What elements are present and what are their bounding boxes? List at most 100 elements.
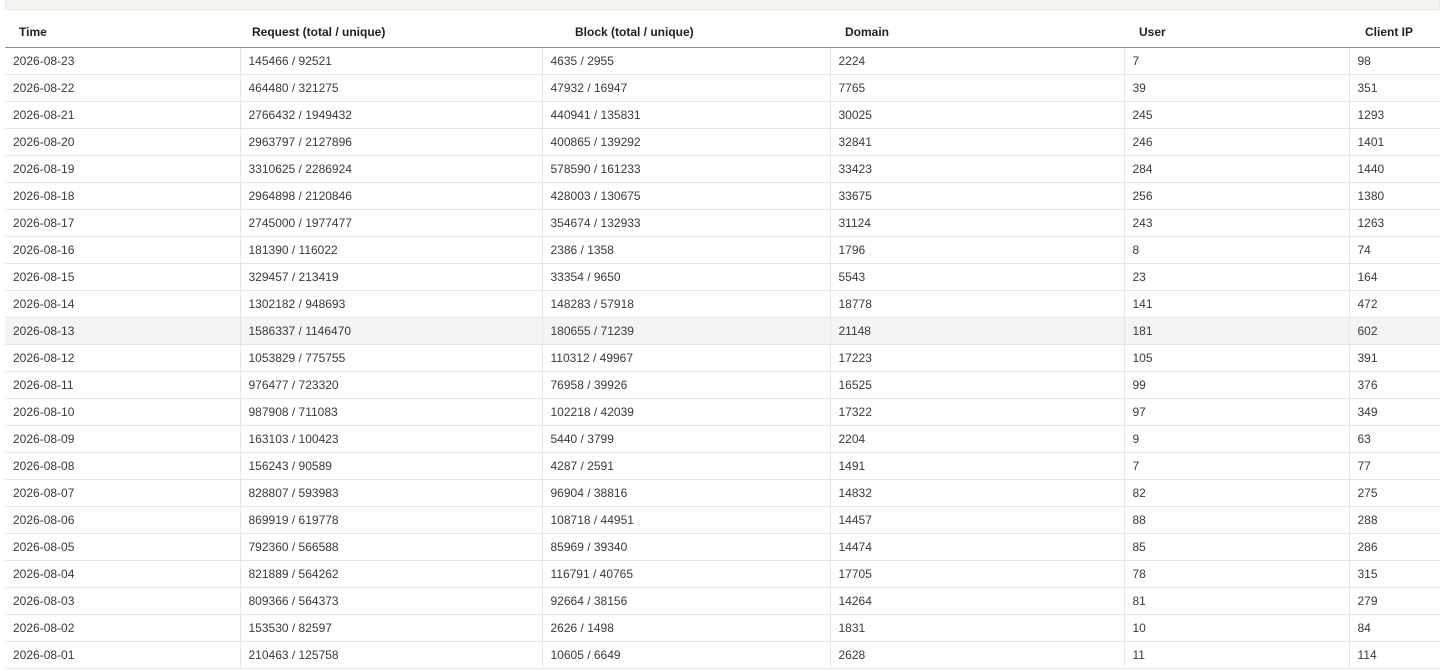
cell-time: 2026-08-12 <box>5 344 240 372</box>
table-row[interactable]: 2026-08-13 1586337 / 1146470 180655 / 7123… <box>5 317 1440 345</box>
cell-block: 108718 / 44951 <box>541 506 830 534</box>
cell-time: 2026-08-21 <box>5 101 240 129</box>
cell-domain: 21148 <box>829 317 1124 345</box>
cell-client-ip: 472 <box>1348 290 1440 318</box>
column-header-request[interactable]: Request (total / unique) <box>240 17 542 48</box>
cell-block: 578590 / 161233 <box>541 155 830 183</box>
cell-domain: 2224 <box>829 47 1124 75</box>
cell-domain: 1796 <box>829 236 1124 264</box>
table-body: 2026-08-23 145466 / 92521 4635 / 2955 2224 7… <box>5 47 1440 669</box>
cell-domain: 5543 <box>829 263 1124 291</box>
cell-user: 82 <box>1123 479 1349 507</box>
cell-user: 10 <box>1123 614 1349 642</box>
table-row[interactable]: 2026-08-02 153530 / 82597 2626 / 1498 1831 1… <box>5 614 1440 642</box>
cell-block: 92664 / 38156 <box>541 587 830 615</box>
cell-client-ip: 288 <box>1348 506 1440 534</box>
cell-block: 85969 / 39340 <box>541 533 830 561</box>
table-row[interactable]: 2026-08-22 464480 / 321275 47932 / 16947 77… <box>5 74 1440 102</box>
table-row[interactable]: 2026-08-04 821889 / 564262 116791 / 40765 1… <box>5 560 1440 588</box>
table-row[interactable]: 2026-08-09 163103 / 100423 5440 / 3799 2204… <box>5 425 1440 453</box>
column-header-domain[interactable]: Domain <box>830 17 1124 48</box>
cell-client-ip: 84 <box>1348 614 1440 642</box>
cell-user: 78 <box>1123 560 1349 588</box>
cell-client-ip: 77 <box>1348 452 1440 480</box>
table-row[interactable]: 2026-08-15 329457 / 213419 33354 / 9650 554… <box>5 263 1440 291</box>
cell-domain: 7765 <box>829 74 1124 102</box>
cell-client-ip: 74 <box>1348 236 1440 264</box>
cell-request: 153530 / 82597 <box>239 614 542 642</box>
cell-client-ip: 351 <box>1348 74 1440 102</box>
cell-request: 464480 / 321275 <box>239 74 542 102</box>
column-header-user[interactable]: User <box>1124 17 1349 48</box>
cell-block: 2626 / 1498 <box>541 614 830 642</box>
cell-client-ip: 1380 <box>1348 182 1440 210</box>
cell-block: 102218 / 42039 <box>541 398 830 426</box>
table-row[interactable]: 2026-08-06 869919 / 619778 108718 / 44951 1… <box>5 506 1440 534</box>
cell-request: 1053829 / 775755 <box>239 344 542 372</box>
column-header-block[interactable]: Block (total / unique) <box>542 17 830 48</box>
cell-time: 2026-08-03 <box>5 587 240 615</box>
cell-client-ip: 315 <box>1348 560 1440 588</box>
cell-user: 8 <box>1123 236 1349 264</box>
cell-user: 99 <box>1123 371 1349 399</box>
cell-user: 23 <box>1123 263 1349 291</box>
cell-block: 33354 / 9650 <box>541 263 830 291</box>
cell-domain: 18778 <box>829 290 1124 318</box>
cell-user: 245 <box>1123 101 1349 129</box>
cell-user: 243 <box>1123 209 1349 237</box>
column-header-time[interactable]: Time <box>5 17 240 48</box>
cell-domain: 33423 <box>829 155 1124 183</box>
cell-client-ip: 376 <box>1348 371 1440 399</box>
cell-client-ip: 602 <box>1348 317 1440 345</box>
cell-client-ip: 1440 <box>1348 155 1440 183</box>
table-row[interactable]: 2026-08-21 2766432 / 1949432 440941 / 1358… <box>5 101 1440 129</box>
cell-user: 105 <box>1123 344 1349 372</box>
cell-request: 828807 / 593983 <box>239 479 542 507</box>
table-row[interactable]: 2026-08-08 156243 / 90589 4287 / 2591 1491 7… <box>5 452 1440 480</box>
table-row[interactable]: 2026-08-19 3310625 / 2286924 578590 / 1612… <box>5 155 1440 183</box>
cell-time: 2026-08-11 <box>5 371 240 399</box>
table-row[interactable]: 2026-08-01 210463 / 125758 10605 / 6649 262… <box>5 641 1440 669</box>
table-row[interactable]: 2026-08-14 1302182 / 948693 148283 / 57918… <box>5 290 1440 318</box>
cell-block: 428003 / 130675 <box>541 182 830 210</box>
cell-user: 181 <box>1123 317 1349 345</box>
daily-stats-table: Time Request (total / unique) Block (tot… <box>5 17 1440 669</box>
column-header-client-ip[interactable]: Client IP <box>1349 17 1440 48</box>
cell-time: 2026-08-23 <box>5 47 240 75</box>
cell-domain: 14474 <box>829 533 1124 561</box>
cell-block: 440941 / 135831 <box>541 101 830 129</box>
cell-user: 11 <box>1123 641 1349 669</box>
cell-time: 2026-08-04 <box>5 560 240 588</box>
table-row[interactable]: 2026-08-17 2745000 / 1977477 354674 / 1329… <box>5 209 1440 237</box>
cell-client-ip: 1401 <box>1348 128 1440 156</box>
cell-time: 2026-08-06 <box>5 506 240 534</box>
table-row[interactable]: 2026-08-03 809366 / 564373 92664 / 38156 14… <box>5 587 1440 615</box>
cell-block: 96904 / 38816 <box>541 479 830 507</box>
filter-panel <box>5 0 1440 10</box>
table-row[interactable]: 2026-08-11 976477 / 723320 76958 / 39926 16… <box>5 371 1440 399</box>
cell-request: 869919 / 619778 <box>239 506 542 534</box>
cell-client-ip: 98 <box>1348 47 1440 75</box>
cell-block: 2386 / 1358 <box>541 236 830 264</box>
cell-user: 88 <box>1123 506 1349 534</box>
table-row[interactable]: 2026-08-07 828807 / 593983 96904 / 38816 14… <box>5 479 1440 507</box>
cell-domain: 1831 <box>829 614 1124 642</box>
cell-user: 81 <box>1123 587 1349 615</box>
cell-client-ip: 114 <box>1348 641 1440 669</box>
cell-request: 329457 / 213419 <box>239 263 542 291</box>
table-row[interactable]: 2026-08-23 145466 / 92521 4635 / 2955 2224 7… <box>5 47 1440 75</box>
table-row[interactable]: 2026-08-12 1053829 / 775755 110312 / 49967… <box>5 344 1440 372</box>
cell-time: 2026-08-17 <box>5 209 240 237</box>
cell-domain: 31124 <box>829 209 1124 237</box>
table-row[interactable]: 2026-08-20 2963797 / 2127896 400865 / 1392… <box>5 128 1440 156</box>
cell-domain: 14457 <box>829 506 1124 534</box>
cell-block: 116791 / 40765 <box>541 560 830 588</box>
cell-time: 2026-08-09 <box>5 425 240 453</box>
stats-table-container: Time Request (total / unique) Block (tot… <box>5 17 1440 669</box>
table-row[interactable]: 2026-08-05 792360 / 566588 85969 / 39340 14… <box>5 533 1440 561</box>
table-row[interactable]: 2026-08-18 2964898 / 2120846 428003 / 1306… <box>5 182 1440 210</box>
cell-time: 2026-08-20 <box>5 128 240 156</box>
cell-user: 85 <box>1123 533 1349 561</box>
table-row[interactable]: 2026-08-16 181390 / 116022 2386 / 1358 1796… <box>5 236 1440 264</box>
table-row[interactable]: 2026-08-10 987908 / 711083 102218 / 42039 1… <box>5 398 1440 426</box>
